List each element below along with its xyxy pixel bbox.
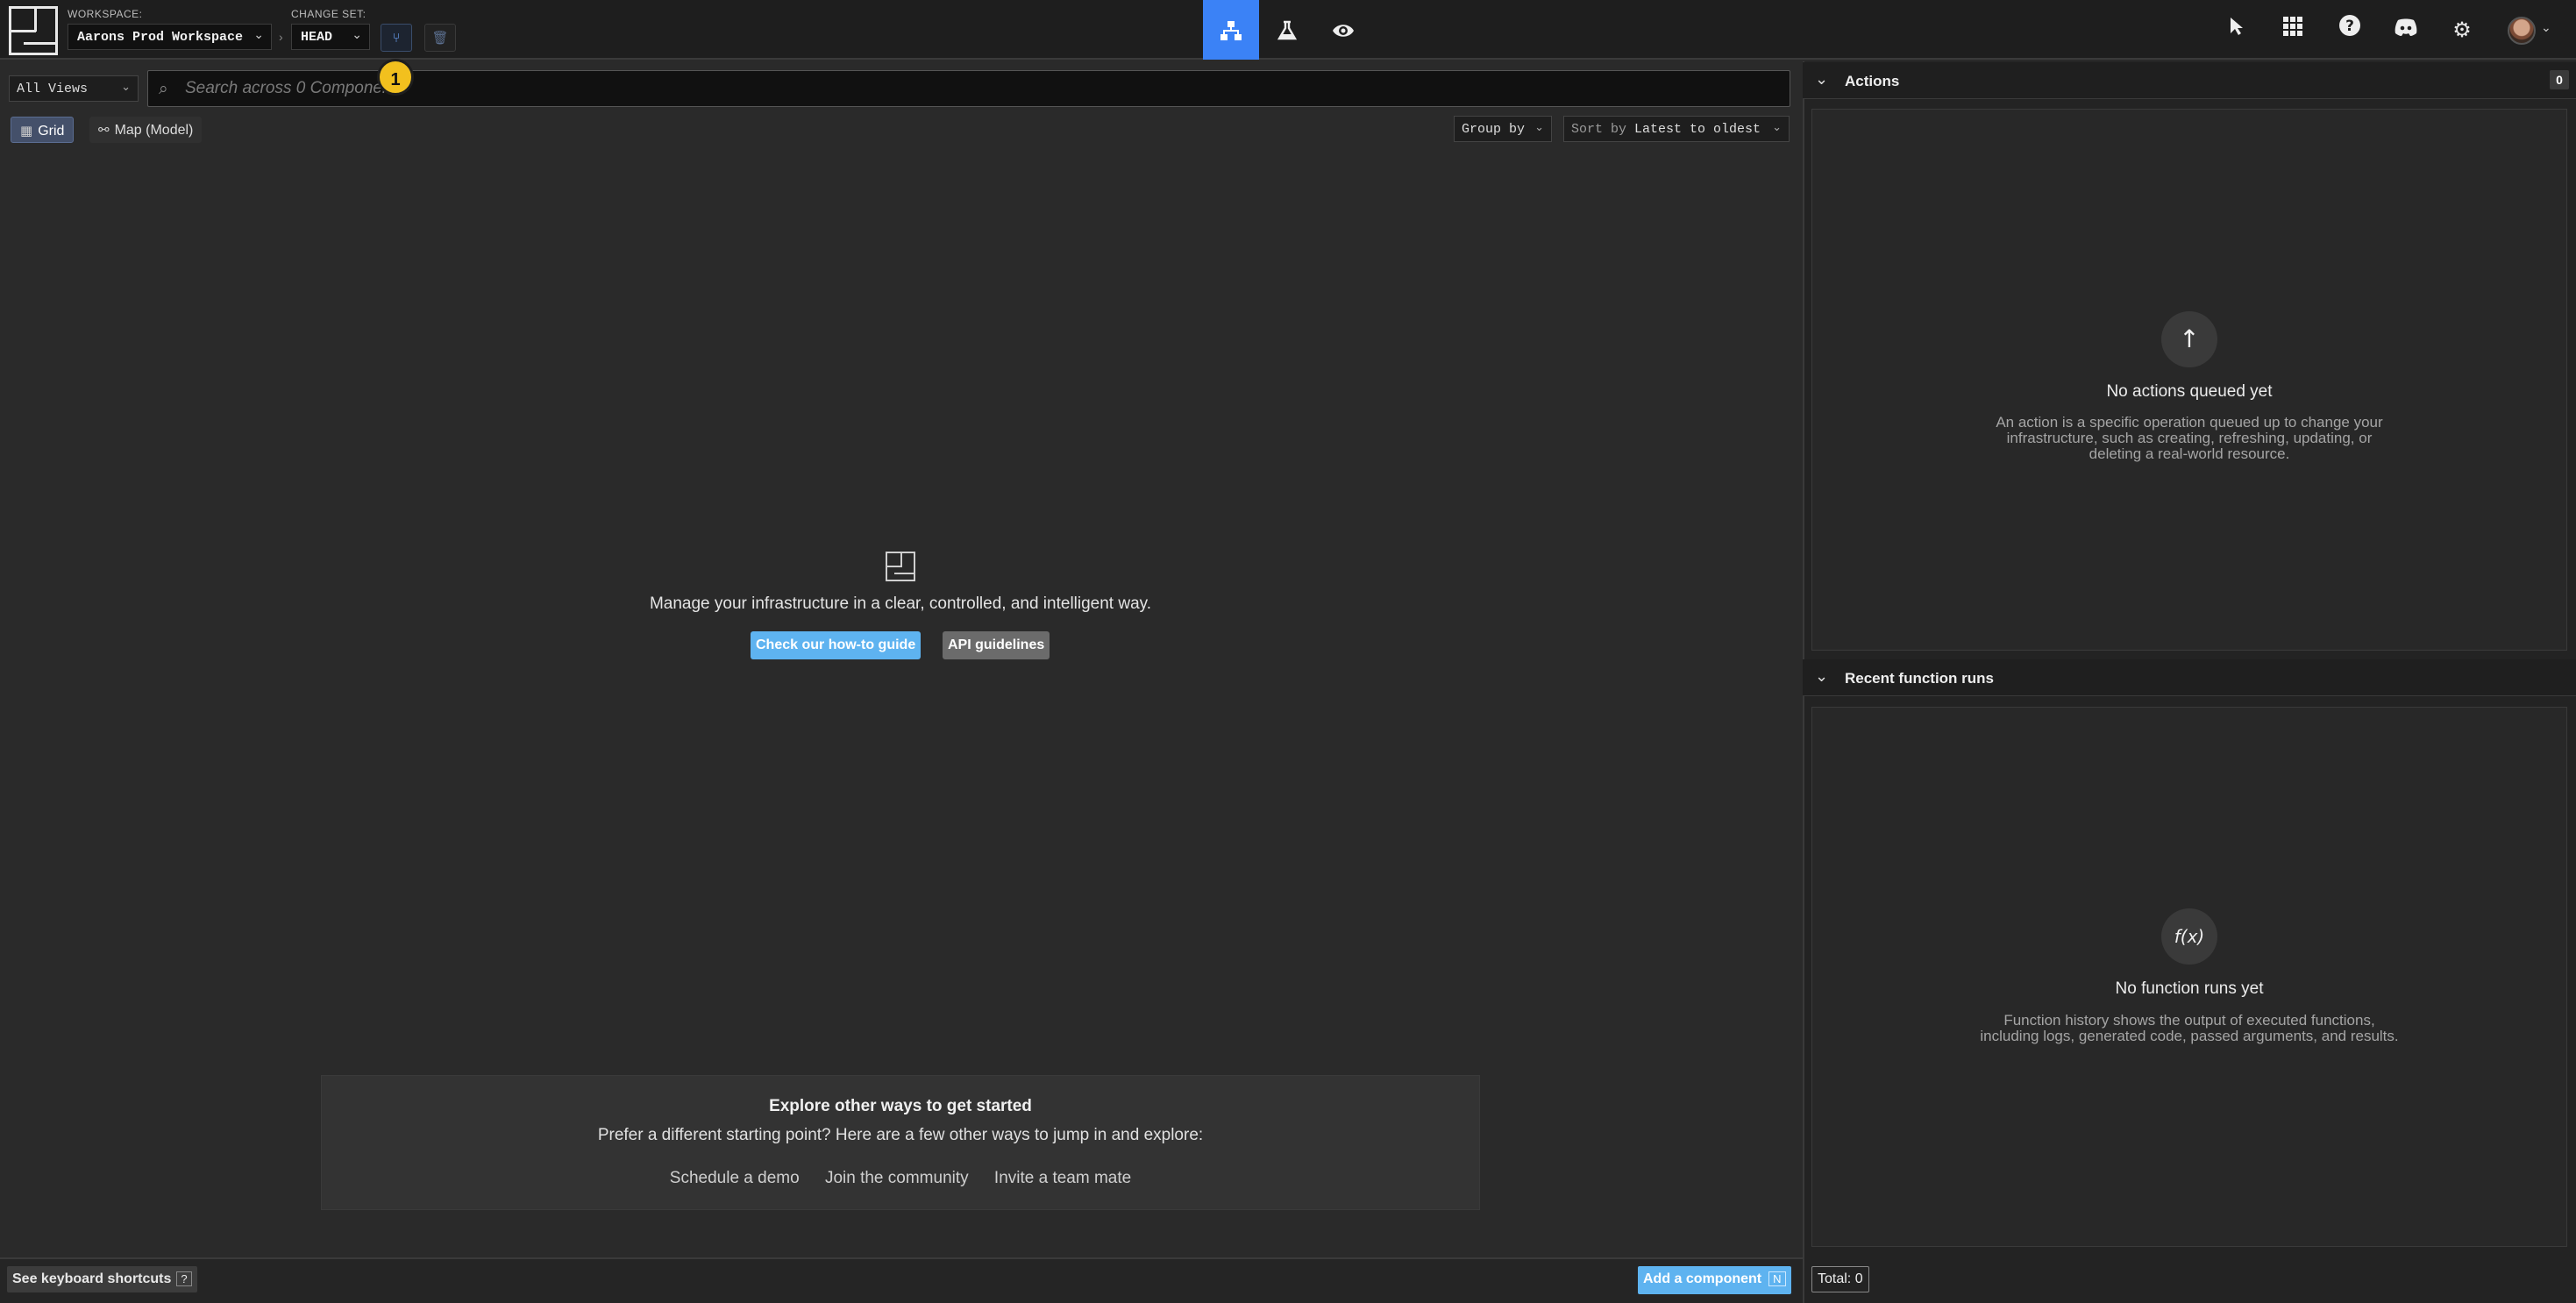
keyboard-shortcuts-button[interactable]: See keyboard shortcuts? <box>7 1266 197 1292</box>
grid-apps-icon[interactable] <box>2277 14 2309 46</box>
chevron-down-icon: ⌄ <box>121 81 131 94</box>
chevron-down-icon[interactable]: ⌄ <box>2541 21 2551 35</box>
explore-panel: Explore other ways to get started Prefer… <box>321 1075 1480 1210</box>
explore-title: Explore other ways to get started <box>769 1097 1032 1115</box>
customize-view-button[interactable] <box>1259 0 1315 60</box>
views-select-value: All Views <box>17 82 89 96</box>
tab-grid-label: Grid <box>38 124 65 139</box>
chevron-down-icon[interactable]: ⌄ <box>1815 667 1828 686</box>
actions-count-badge: 0 <box>2550 70 2569 89</box>
views-select[interactable]: All Views ⌄ <box>9 75 139 102</box>
tab-map[interactable]: ⚯ Map (Model) <box>89 117 203 143</box>
actions-title: Actions <box>1845 73 1900 89</box>
empty-state-message: Manage your infrastructure in a clear, c… <box>649 595 1152 613</box>
trash-icon: 🗑 <box>431 30 449 46</box>
invite-teammate-link[interactable]: Invite a team mate <box>994 1169 1131 1187</box>
add-component-label: Add a component <box>1643 1271 1762 1286</box>
function-icon: f(x) <box>2161 908 2217 965</box>
git-branch-icon: ⑂ <box>392 30 401 46</box>
function-runs-title: Recent function runs <box>1845 670 1995 687</box>
chevron-down-icon: ⌄ <box>1772 121 1782 134</box>
discord-icon[interactable] <box>2390 14 2422 46</box>
tab-grid[interactable]: ▦ Grid <box>11 117 75 143</box>
search-input[interactable] <box>185 78 1763 99</box>
sort-value: Latest to oldest <box>1634 122 1761 137</box>
group-by-select[interactable]: Group by ⌄ <box>1454 116 1552 142</box>
function-runs-total: Total: 0 <box>1811 1266 1869 1292</box>
step-badge: 1 <box>377 59 414 96</box>
svg-text:?: ? <box>2345 18 2354 35</box>
api-guidelines-button[interactable]: API guidelines <box>943 631 1050 659</box>
keyboard-shortcuts-label: See keyboard shortcuts <box>12 1271 172 1286</box>
join-community-link[interactable]: Join the community <box>825 1169 969 1187</box>
function-runs-empty-title: No function runs yet <box>2115 979 2264 998</box>
map-icon: ⚯ <box>98 122 110 138</box>
schedule-demo-link[interactable]: Schedule a demo <box>670 1169 800 1187</box>
arrow-up-icon: ↑ <box>2161 311 2217 367</box>
explore-subtitle: Prefer a different starting point? Here … <box>597 1126 1204 1144</box>
eye-icon <box>1333 25 1354 37</box>
bottom-bar <box>0 1257 1803 1303</box>
chevron-down-icon[interactable]: ⌄ <box>1815 70 1828 89</box>
function-runs-list <box>1811 707 2567 1247</box>
help-icon[interactable]: ? <box>2334 14 2366 46</box>
workspace-dropdown[interactable]: Aarons Prod Workspace ⌄ <box>68 24 272 50</box>
group-by-label: Group by <box>1462 122 1526 137</box>
gear-icon[interactable]: ⚙ <box>2446 14 2478 46</box>
chevron-down-icon: ⌄ <box>1534 121 1544 134</box>
shortcut-key: ? <box>176 1271 192 1286</box>
add-component-button[interactable]: Add a component N <box>1638 1266 1791 1294</box>
actions-empty-title: No actions queued yet <box>2106 382 2273 401</box>
how-to-guide-button[interactable]: Check our how-to guide <box>751 631 922 659</box>
function-runs-empty-description: Function history shows the output of exe… <box>1980 1012 2399 1044</box>
shortcut-key: N <box>1768 1271 1786 1286</box>
app-logo-icon[interactable] <box>9 6 58 55</box>
flask-icon <box>1277 20 1298 40</box>
diagram-model-icon <box>1220 21 1242 40</box>
cursor-icon[interactable] <box>2221 14 2252 46</box>
actions-list <box>1811 109 2567 651</box>
changeset-name: HEAD <box>301 30 333 45</box>
abandon-changeset-button[interactable]: 🗑 <box>424 24 456 52</box>
chevron-down-icon: ⌄ <box>253 28 264 42</box>
chevron-down-icon: ⌄ <box>352 28 362 42</box>
sort-prefix: Sort by <box>1571 122 1627 137</box>
tab-map-label: Map (Model) <box>114 123 194 138</box>
avatar[interactable] <box>2508 17 2536 45</box>
chevron-right-icon: › <box>279 30 283 44</box>
actions-header[interactable]: ⌄ Actions <box>1803 62 2576 99</box>
explore-links: Schedule a demo Join the community Invit… <box>322 1169 1479 1188</box>
workspace-name: Aarons Prod Workspace <box>77 30 244 45</box>
audit-view-button[interactable] <box>1315 0 1371 60</box>
changeset-label: CHANGE SET: <box>291 8 366 20</box>
model-view-button[interactable] <box>1203 0 1259 60</box>
changeset-dropdown[interactable]: HEAD ⌄ <box>291 24 370 50</box>
search-icon: ⌕ <box>159 79 168 98</box>
top-bar: WORKSPACE: Aarons Prod Workspace ⌄ › CHA… <box>0 0 2576 60</box>
app-logo-icon <box>886 552 915 581</box>
grid-icon: ▦ <box>20 123 33 139</box>
sort-select[interactable]: Sort by Latest to oldest ⌄ <box>1563 116 1790 142</box>
create-changeset-button[interactable]: ⑂ <box>381 24 412 52</box>
actions-empty-description: An action is a specific operation queued… <box>1996 414 2383 462</box>
function-runs-header[interactable]: ⌄ Recent function runs <box>1803 659 2576 696</box>
workspace-label: WORKSPACE: <box>68 8 143 20</box>
